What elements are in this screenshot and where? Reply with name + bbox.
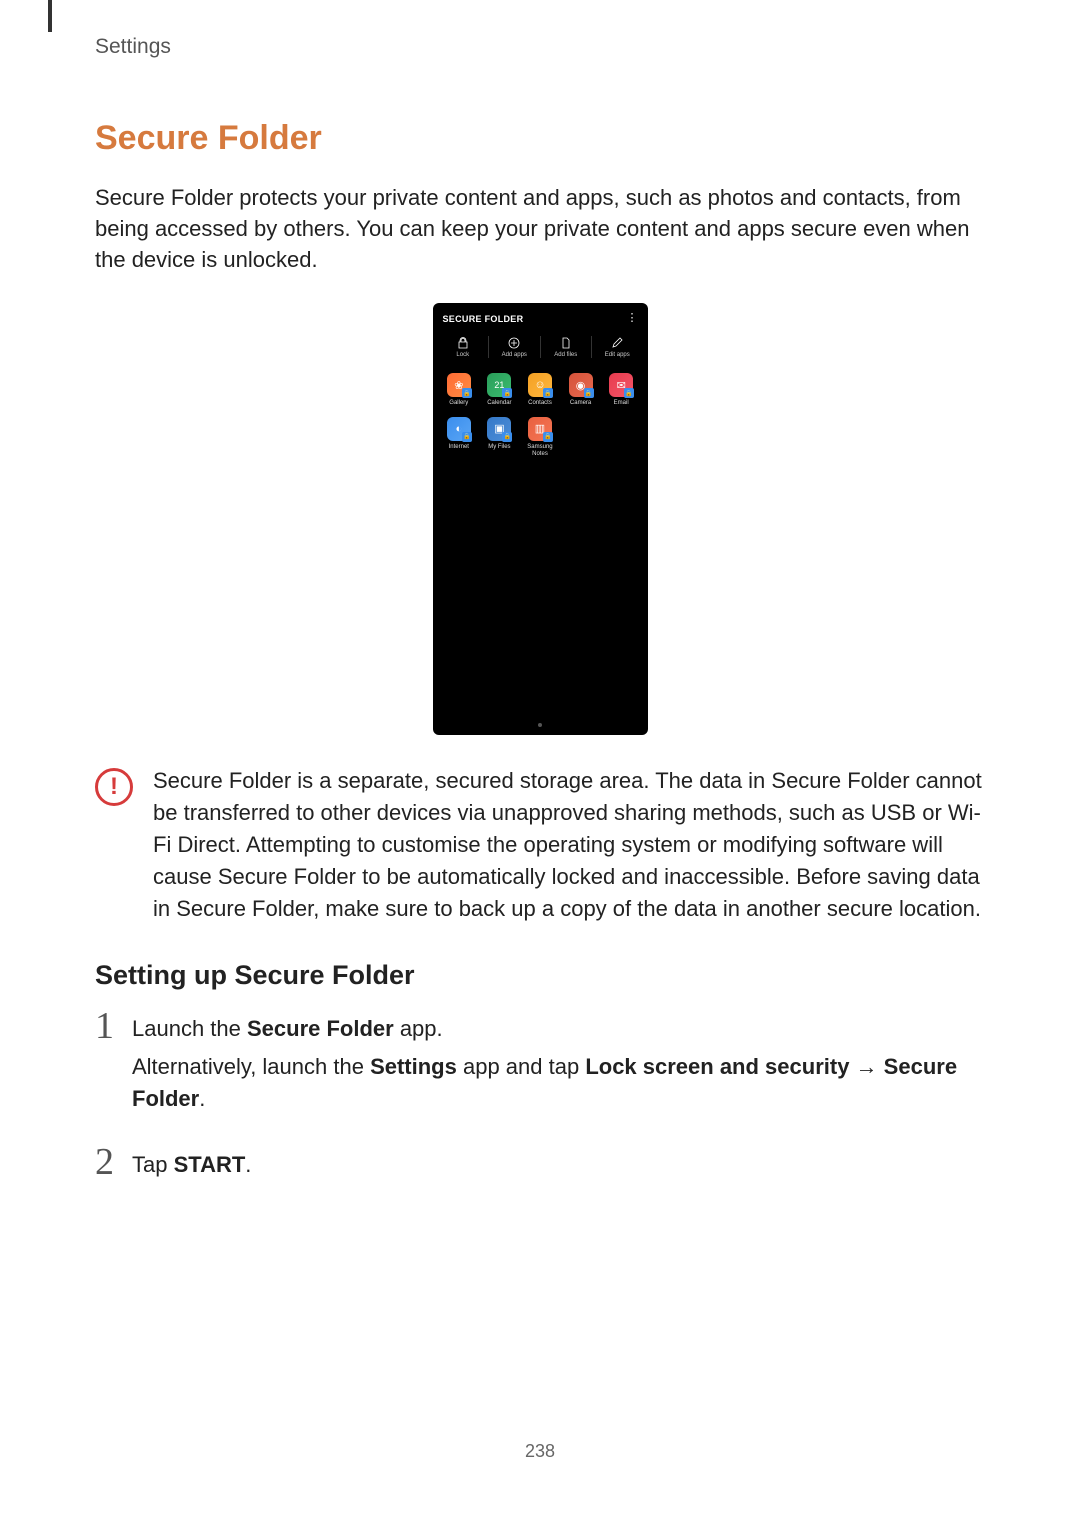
plus-circle-icon — [491, 336, 538, 350]
action-lock: Lock — [438, 336, 490, 358]
gallery-icon: ❀🔒 — [447, 373, 471, 397]
warning-text: Secure Folder is a separate, secured sto… — [153, 765, 985, 924]
step-number: 2 — [95, 1145, 114, 1179]
action-edit-apps: Edit apps — [592, 336, 643, 358]
warning-icon: ! — [95, 768, 133, 806]
app-contacts: ☺🔒 Contacts — [520, 373, 561, 407]
app-label: Contacts — [520, 400, 561, 407]
lock-badge-icon: 🔒 — [462, 432, 472, 442]
app-email: ✉🔒 Email — [601, 373, 642, 407]
action-label: Add apps — [491, 352, 538, 358]
mockup-title: SECURE FOLDER — [443, 314, 524, 324]
app-internet: ◐🔒 Internet — [439, 417, 480, 457]
app-camera: ◉🔒 Camera — [560, 373, 601, 407]
lock-badge-icon: 🔒 — [624, 388, 634, 398]
app-label: Samsung Notes — [520, 444, 561, 457]
app-label: Calendar — [479, 400, 520, 407]
warning-callout: ! Secure Folder is a separate, secured s… — [95, 765, 985, 924]
email-icon: ✉🔒 — [609, 373, 633, 397]
lock-badge-icon: 🔒 — [543, 388, 553, 398]
lock-badge-icon: 🔒 — [502, 388, 512, 398]
mockup-app-grid: ❀🔒 Gallery 21🔒 Calendar ☺🔒 Contacts ◉🔒 C… — [433, 363, 648, 477]
lock-badge-icon: 🔒 — [543, 432, 553, 442]
step-1: 1 Launch the Secure Folder app. Alternat… — [95, 1013, 985, 1121]
action-label: Add files — [543, 352, 590, 358]
app-samsung-notes: ▥🔒 Samsung Notes — [520, 417, 561, 457]
camera-icon: ◉🔒 — [569, 373, 593, 397]
breadcrumb: Settings — [95, 35, 985, 59]
lock-badge-icon: 🔒 — [462, 388, 472, 398]
step-number: 1 — [95, 1009, 114, 1043]
step-body: Tap START. — [132, 1149, 251, 1187]
calendar-icon: 21🔒 — [487, 373, 511, 397]
intro-paragraph: Secure Folder protects your private cont… — [95, 183, 985, 275]
app-label: My Files — [479, 444, 520, 451]
mockup-header: SECURE FOLDER ⋮ — [433, 303, 648, 336]
myfiles-icon: ▣🔒 — [487, 417, 511, 441]
pencil-icon — [594, 336, 641, 350]
action-label: Edit apps — [594, 352, 641, 358]
page-number: 238 — [525, 1441, 555, 1462]
contacts-icon: ☺🔒 — [528, 373, 552, 397]
app-calendar: 21🔒 Calendar — [479, 373, 520, 407]
app-gallery: ❀🔒 Gallery — [439, 373, 480, 407]
phone-mockup: SECURE FOLDER ⋮ Lock Add apps Add file — [433, 303, 648, 735]
lock-badge-icon: 🔒 — [502, 432, 512, 442]
app-label: Email — [601, 400, 642, 407]
file-icon — [543, 336, 590, 350]
section-title: Secure Folder — [95, 119, 985, 158]
page-tab-mark — [48, 0, 52, 32]
home-indicator-icon — [538, 723, 542, 727]
step-body: Launch the Secure Folder app. Alternativ… — [132, 1013, 985, 1121]
app-label: Internet — [439, 444, 480, 451]
lock-badge-icon: 🔒 — [584, 388, 594, 398]
more-menu-icon: ⋮ — [627, 313, 638, 324]
subsection-title: Setting up Secure Folder — [95, 960, 985, 991]
step-2: 2 Tap START. — [95, 1149, 985, 1187]
app-label: Gallery — [439, 400, 480, 407]
lock-icon — [440, 336, 487, 350]
mockup-action-row: Lock Add apps Add files Edit apps — [433, 336, 648, 363]
internet-icon: ◐🔒 — [447, 417, 471, 441]
notes-icon: ▥🔒 — [528, 417, 552, 441]
app-myfiles: ▣🔒 My Files — [479, 417, 520, 457]
action-add-apps: Add apps — [489, 336, 541, 358]
action-add-files: Add files — [541, 336, 593, 358]
app-label: Camera — [560, 400, 601, 407]
action-label: Lock — [440, 352, 487, 358]
